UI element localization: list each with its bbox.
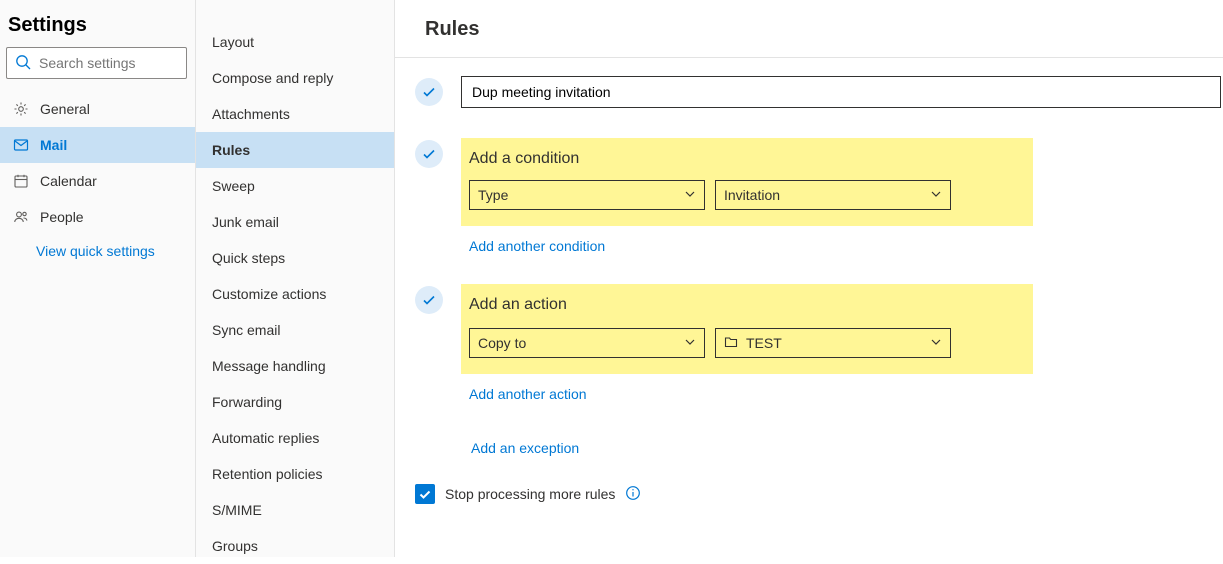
mail-icon [10, 137, 32, 153]
add-exception-link[interactable]: Add an exception [471, 440, 579, 456]
people-icon [10, 209, 32, 225]
add-another-condition-link[interactable]: Add another condition [461, 238, 605, 254]
nav-label: Mail [40, 137, 67, 153]
search-input[interactable] [39, 55, 178, 71]
mail-settings-subnav: Layout Compose and reply Attachments Rul… [196, 0, 395, 557]
condition-block: Add a condition Type Invitation [461, 138, 1033, 226]
nav-calendar[interactable]: Calendar [0, 163, 195, 199]
condition-heading: Add a condition [461, 150, 1033, 168]
action-heading: Add an action [461, 296, 1033, 314]
calendar-icon [10, 173, 32, 189]
rule-name-input[interactable] [461, 76, 1221, 108]
nav-label: Calendar [40, 173, 97, 189]
settings-title: Settings [0, 0, 195, 47]
subnav-attachments[interactable]: Attachments [196, 96, 394, 132]
chevron-down-icon [930, 187, 942, 203]
subnav-smime[interactable]: S/MIME [196, 492, 394, 528]
step-indicator-icon [415, 78, 443, 106]
info-icon[interactable] [625, 485, 641, 504]
nav-mail[interactable]: Mail [0, 127, 195, 163]
stop-processing-label: Stop processing more rules [445, 486, 615, 502]
select-label: Type [478, 187, 508, 203]
search-settings-box[interactable] [6, 47, 187, 79]
gear-icon [10, 101, 32, 117]
subnav-sync-email[interactable]: Sync email [196, 312, 394, 348]
subnav-layout[interactable]: Layout [196, 24, 394, 60]
stop-processing-row: Stop processing more rules [395, 484, 1223, 504]
select-label: TEST [746, 335, 782, 351]
subnav-groups[interactable]: Groups [196, 528, 394, 564]
rules-title: Rules [395, 0, 1223, 58]
subnav-sweep[interactable]: Sweep [196, 168, 394, 204]
subnav-forwarding[interactable]: Forwarding [196, 384, 394, 420]
condition-value-select[interactable]: Invitation [715, 180, 951, 210]
nav-general[interactable]: General [0, 91, 195, 127]
subnav-quick-steps[interactable]: Quick steps [196, 240, 394, 276]
search-icon [15, 54, 39, 73]
rules-panel: Rules Add a condition Type [395, 0, 1223, 557]
folder-icon [724, 335, 738, 352]
step-indicator-icon [415, 286, 443, 314]
nav-label: People [40, 209, 84, 225]
rule-name-row [395, 76, 1223, 108]
action-folder-select[interactable]: TEST [715, 328, 951, 358]
stop-processing-checkbox[interactable] [415, 484, 435, 504]
subnav-customize-actions[interactable]: Customize actions [196, 276, 394, 312]
add-another-action-link[interactable]: Add another action [461, 386, 587, 402]
subnav-message-handling[interactable]: Message handling [196, 348, 394, 384]
view-quick-settings-link[interactable]: View quick settings [0, 235, 195, 259]
subnav-automatic-replies[interactable]: Automatic replies [196, 420, 394, 456]
chevron-down-icon [684, 187, 696, 203]
subnav-retention-policies[interactable]: Retention policies [196, 456, 394, 492]
settings-sidebar: Settings General Mail [0, 0, 196, 557]
condition-row: Add a condition Type Invitation [395, 138, 1223, 254]
condition-type-select[interactable]: Type [469, 180, 705, 210]
step-indicator-icon [415, 140, 443, 168]
action-type-select[interactable]: Copy to [469, 328, 705, 358]
chevron-down-icon [930, 335, 942, 351]
subnav-compose-reply[interactable]: Compose and reply [196, 60, 394, 96]
action-row: Add an action Copy to [395, 284, 1223, 402]
select-label: Copy to [478, 335, 526, 351]
select-label: Invitation [724, 187, 780, 203]
nav-people[interactable]: People [0, 199, 195, 235]
nav-label: General [40, 101, 90, 117]
chevron-down-icon [684, 335, 696, 351]
action-block: Add an action Copy to [461, 284, 1033, 374]
subnav-junk-email[interactable]: Junk email [196, 204, 394, 240]
subnav-rules[interactable]: Rules [196, 132, 394, 168]
